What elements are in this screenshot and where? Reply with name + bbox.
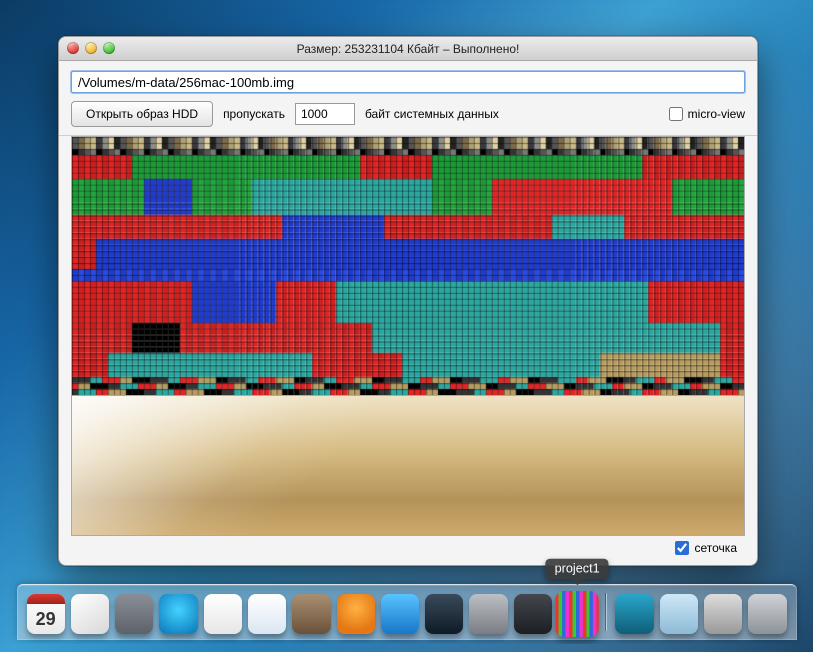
dock[interactable]: 29 project1	[17, 584, 797, 640]
dock-item-vlc[interactable]	[337, 594, 375, 634]
dock-item-blueapp[interactable]	[381, 594, 419, 634]
zoom-icon[interactable]	[103, 42, 115, 54]
app-window: Размер: 253231104 Кбайт – Выполнено! Отк…	[58, 36, 758, 566]
dock-item-finder-stack[interactable]	[704, 594, 742, 634]
dock-item-document[interactable]	[248, 594, 286, 634]
toolbar: Открыть образ HDD пропускать байт систем…	[59, 61, 757, 136]
window-title: Размер: 253231104 Кбайт – Выполнено!	[297, 42, 520, 56]
empty-region-backdrop	[71, 396, 745, 536]
dock-item-trash[interactable]	[748, 594, 786, 634]
skip-suffix: байт системных данных	[365, 107, 499, 121]
dock-item-downloads-folder[interactable]	[660, 594, 698, 634]
dock-item-libreoffice[interactable]	[204, 594, 242, 634]
dock-separator	[605, 593, 606, 631]
disk-visualization	[71, 136, 745, 396]
minimize-icon[interactable]	[85, 42, 97, 54]
dock-item-pictures-stack[interactable]	[615, 594, 653, 634]
dock-item-utility[interactable]	[425, 594, 463, 634]
skip-bytes-input[interactable]	[295, 103, 355, 125]
traffic-lights	[67, 42, 115, 54]
image-path-input[interactable]	[71, 71, 745, 93]
skip-label: пропускать	[223, 107, 285, 121]
grid-checkbox[interactable]: сеточка	[675, 541, 738, 555]
microview-label: micro-view	[688, 107, 745, 121]
dock-item-project1[interactable]: project1	[555, 591, 599, 637]
close-icon[interactable]	[67, 42, 79, 54]
dock-item-system-preferences[interactable]	[469, 594, 507, 634]
dock-item-dashboard[interactable]	[514, 594, 552, 634]
dock-item-calendar[interactable]: 29	[27, 594, 65, 634]
open-image-button[interactable]: Открыть образ HDD	[71, 101, 213, 127]
grid-label: сеточка	[695, 541, 738, 555]
block-map-canvas[interactable]	[71, 136, 745, 396]
dock-tooltip: project1	[545, 559, 608, 580]
titlebar[interactable]: Размер: 253231104 Кбайт – Выполнено!	[59, 37, 757, 61]
dock-item-gimp[interactable]	[292, 594, 330, 634]
grid-input[interactable]	[675, 541, 689, 555]
microview-input[interactable]	[669, 107, 683, 121]
desktop: Размер: 253231104 Кбайт – Выполнено! Отк…	[8, 8, 805, 644]
microview-checkbox[interactable]: micro-view	[669, 107, 745, 121]
dock-item-calculator[interactable]	[115, 594, 153, 634]
toolbar-row: Открыть образ HDD пропускать байт систем…	[71, 101, 745, 127]
dock-item-itunes[interactable]	[159, 594, 197, 634]
dock-item-textedit[interactable]	[71, 594, 109, 634]
